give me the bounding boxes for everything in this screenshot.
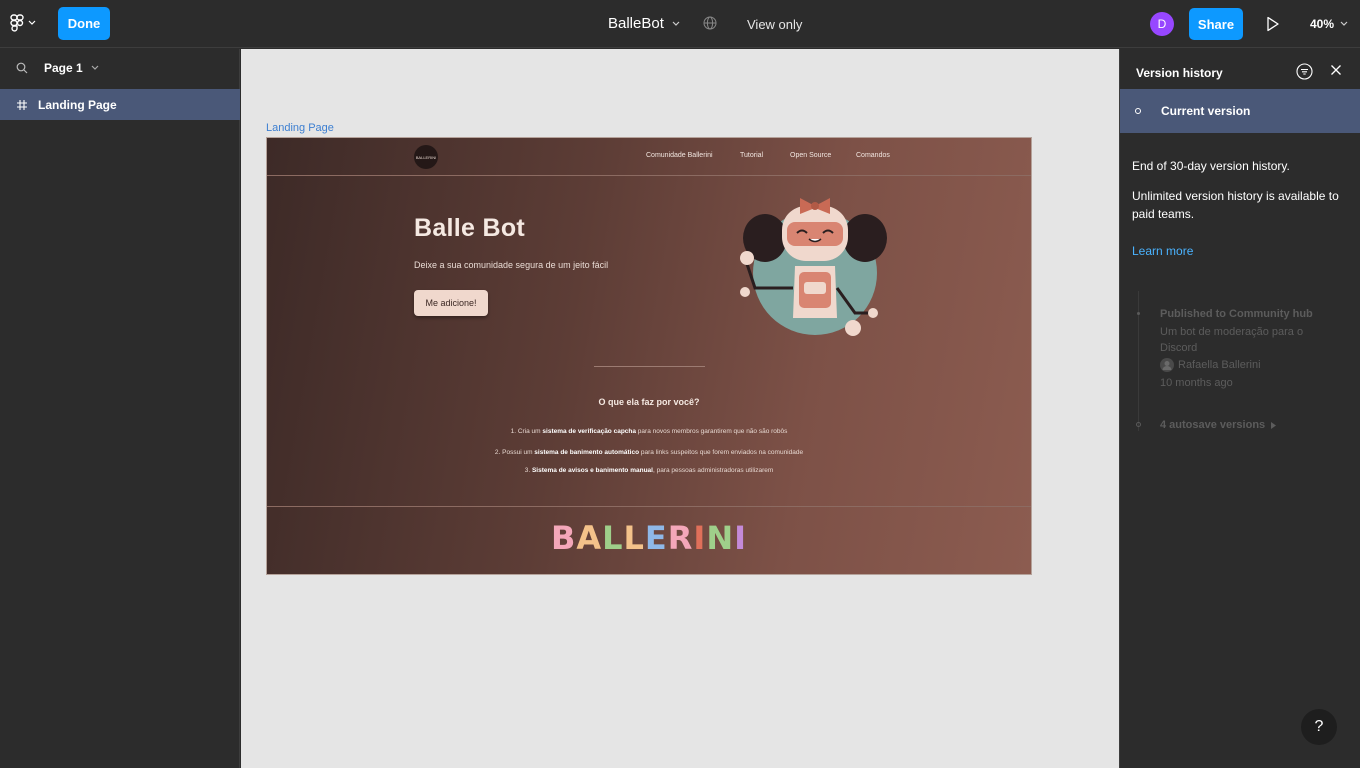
feature-bold: Sistema de avisos e banimento manual (531, 467, 653, 474)
published-description: Um bot de moderação para o Discord (1160, 326, 1304, 354)
feature-bold: sistema de banimento automático (534, 449, 640, 456)
top-toolbar: Done BalleBot View only D Share 40% (0, 0, 1360, 48)
landing-page-frame[interactable]: BALLERINI Comunidade Ballerini Tutorial … (266, 137, 1032, 575)
footer-brand: BALLERINI (267, 519, 1031, 557)
feature-item-1: 1. Cria um sistema de verificação capcha… (267, 428, 1031, 435)
current-version-label: Current version (1161, 104, 1251, 118)
filter-icon[interactable] (1296, 63, 1313, 80)
autosave-versions-toggle[interactable]: 4 autosave versions (1160, 419, 1277, 431)
feature-text: 1. Cria um (510, 428, 543, 435)
layer-item-landing-page[interactable]: Landing Page (0, 89, 240, 120)
timeline-dot-icon (1137, 312, 1140, 315)
feature-item-3: 3. Sistema de avisos e banimento manual,… (267, 467, 1031, 474)
section-divider (594, 366, 705, 367)
zoom-dropdown[interactable]: 40% (1310, 17, 1348, 31)
unlimited-history-text: Unlimited version history is available t… (1132, 189, 1339, 221)
version-dot-icon (1135, 108, 1141, 114)
close-icon[interactable] (1330, 64, 1342, 76)
page-label: Page 1 (44, 61, 83, 75)
current-version-row[interactable]: Current version (1120, 89, 1360, 133)
hero-subtitle: Deixe a sua comunidade segura de um jeit… (414, 260, 609, 270)
learn-more-link[interactable]: Learn more (1132, 244, 1193, 258)
zoom-level: 40% (1310, 17, 1335, 31)
panel-title: Version history (1136, 66, 1223, 80)
user-avatar-icon (1160, 358, 1174, 372)
avatar[interactable]: D (1150, 12, 1174, 36)
nav-link-tutorial: Tutorial (740, 152, 764, 159)
figma-logo-icon (10, 14, 24, 32)
brand-letter: R (667, 519, 694, 557)
design-canvas[interactable]: Landing Page BALLERINI Comunidade Baller… (241, 49, 1119, 768)
hero-add-button: Me adicione! (414, 290, 488, 316)
brand-letter: L (602, 519, 624, 557)
timeline-dot-icon (1136, 422, 1141, 427)
search-icon[interactable] (16, 62, 28, 74)
end-of-history-text: End of 30-day version history. (1132, 159, 1290, 173)
brand-letter: A (576, 519, 603, 557)
version-history-panel: Version history Current version End of 3… (1119, 49, 1360, 768)
page-selector[interactable]: Page 1 (16, 61, 99, 75)
chevron-down-icon (28, 20, 36, 25)
feature-text: 3. (524, 467, 532, 474)
brand-letter: L (623, 519, 645, 557)
brand-letter: I (734, 519, 748, 557)
present-play-icon[interactable] (1266, 16, 1280, 32)
chevron-down-icon (91, 65, 99, 70)
feature-text: , para pessoas administradoras utilizare… (652, 467, 774, 474)
feature-text: 2. Possui um (494, 449, 535, 456)
hero-title: Balle Bot (414, 214, 526, 242)
share-button[interactable]: Share (1189, 8, 1243, 40)
layer-label: Landing Page (38, 97, 117, 112)
file-title-dropdown[interactable]: BalleBot (608, 15, 680, 32)
site-navbar: BALLERINI Comunidade Ballerini Tutorial … (267, 138, 1031, 176)
chevron-down-icon (1340, 21, 1348, 26)
view-only-label[interactable]: View only (747, 17, 802, 32)
features-title: O que ela faz por você? (598, 397, 700, 407)
layers-panel: Page 1 Landing Page (0, 49, 240, 768)
version-author: Rafaella Ballerini (1160, 358, 1261, 372)
feature-bold: sistema de verificação capcha (542, 428, 636, 435)
main-menu-button[interactable] (10, 14, 36, 32)
nav-link-open-source: Open Source (790, 152, 832, 159)
version-time: 10 months ago (1160, 377, 1233, 389)
help-button[interactable]: ? (1301, 709, 1337, 745)
brand-letter: I (693, 519, 707, 557)
globe-icon[interactable] (703, 16, 717, 30)
frame-hash-icon (17, 99, 27, 110)
nav-link-comunidade: Comunidade Ballerini (646, 152, 713, 159)
caret-right-icon (1271, 421, 1277, 429)
feature-text: para links suspeitos que forem enviados … (639, 449, 804, 456)
robot-illustration (740, 198, 887, 336)
done-button[interactable]: Done (58, 7, 110, 40)
chevron-down-icon (672, 21, 680, 26)
brand-letter: N (706, 519, 735, 557)
feature-text: para novos membros garantirem que não sã… (636, 428, 788, 435)
footer-divider (267, 506, 1031, 507)
brand-letter: B (550, 519, 577, 557)
author-name: Rafaella Ballerini (1178, 359, 1261, 371)
file-title: BalleBot (608, 15, 664, 32)
feature-item-2: 2. Possui um sistema de banimento automá… (267, 449, 1031, 456)
frame-label[interactable]: Landing Page (266, 122, 334, 134)
autosave-label: 4 autosave versions (1160, 419, 1266, 431)
published-title[interactable]: Published to Community hub (1160, 308, 1313, 320)
brand-letter: E (644, 519, 668, 557)
nav-link-comandos: Comandos (856, 152, 890, 159)
site-logo: BALLERINI (414, 145, 438, 169)
